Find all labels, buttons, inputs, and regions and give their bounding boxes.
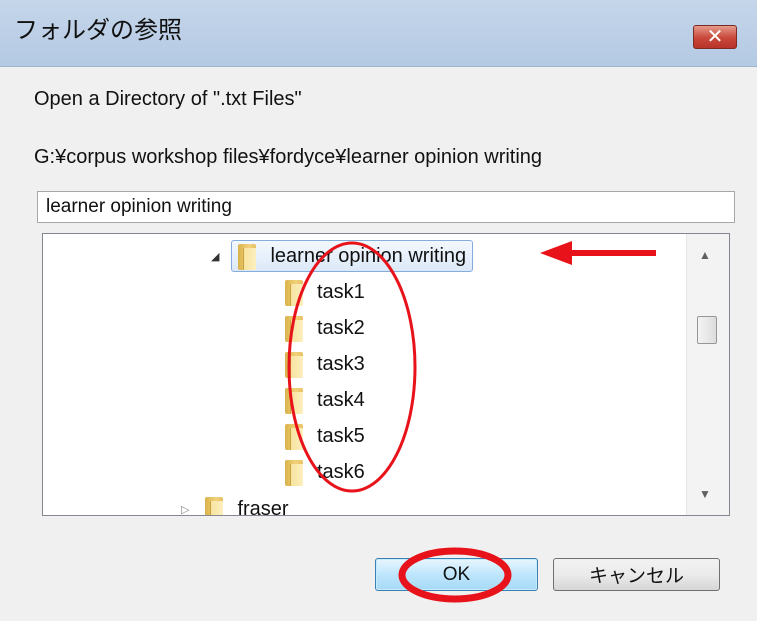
window-title: フォルダの参照 — [14, 17, 182, 44]
tree-item-label: task4 — [317, 388, 365, 411]
ok-button[interactable]: OK — [375, 558, 538, 591]
tree-item-label: task3 — [317, 352, 365, 375]
tree-item-task4[interactable]: task4 — [283, 383, 365, 417]
scroll-up-arrow-icon[interactable]: ▲ — [699, 248, 711, 262]
folder-icon — [283, 386, 305, 414]
folder-icon — [283, 458, 305, 486]
expanded-arrow-icon[interactable]: ◢ — [211, 250, 219, 263]
scroll-down-arrow-icon[interactable]: ▼ — [699, 487, 711, 501]
tree-item-fraser[interactable]: ▷ fraser — [181, 492, 289, 516]
tree-scrollbar[interactable]: ▲ ▼ — [686, 234, 729, 515]
tree-item-task1[interactable]: task1 — [283, 275, 365, 309]
folder-icon — [283, 422, 305, 450]
close-icon: ✕ — [706, 26, 724, 48]
folder-icon — [283, 350, 305, 378]
tree-item-label: task1 — [317, 280, 365, 303]
folder-icon — [236, 242, 258, 270]
tree-item-label: task6 — [317, 460, 365, 483]
folder-name-input[interactable] — [37, 191, 735, 223]
tree-item-learner-opinion-writing[interactable]: ◢ learner opinion writing — [211, 239, 474, 273]
folder-icon — [283, 314, 305, 342]
tree-item-box[interactable]: learner opinion writing — [231, 240, 474, 272]
current-path-label: G:¥corpus workshop files¥fordyce¥learner… — [34, 146, 543, 168]
tree-item-task3[interactable]: task3 — [283, 347, 365, 381]
scroll-thumb[interactable] — [697, 316, 717, 344]
tree-item-task6[interactable]: task6 — [283, 455, 365, 489]
folder-icon — [283, 278, 305, 306]
tree-item-label: task2 — [317, 316, 365, 339]
tree-item-label: learner opinion writing — [270, 244, 467, 267]
close-button[interactable]: ✕ — [693, 25, 737, 49]
folder-icon — [203, 495, 225, 515]
tree-item-label: task5 — [317, 424, 365, 447]
dialog-instruction: Open a Directory of ".txt Files" — [34, 88, 302, 110]
tree-item-task2[interactable]: task2 — [283, 311, 365, 345]
folder-browse-dialog: フォルダの参照 ✕ Open a Directory of ".txt File… — [0, 0, 757, 621]
cancel-button[interactable]: キャンセル — [553, 558, 720, 591]
tree-item-task5[interactable]: task5 — [283, 419, 365, 453]
tree-item-label: fraser — [237, 497, 289, 516]
folder-tree[interactable]: ◢ learner opinion writing task1 task2 ta… — [42, 233, 730, 516]
title-bar[interactable]: フォルダの参照 ✕ — [0, 0, 757, 67]
collapsed-arrow-icon[interactable]: ▷ — [181, 503, 189, 516]
